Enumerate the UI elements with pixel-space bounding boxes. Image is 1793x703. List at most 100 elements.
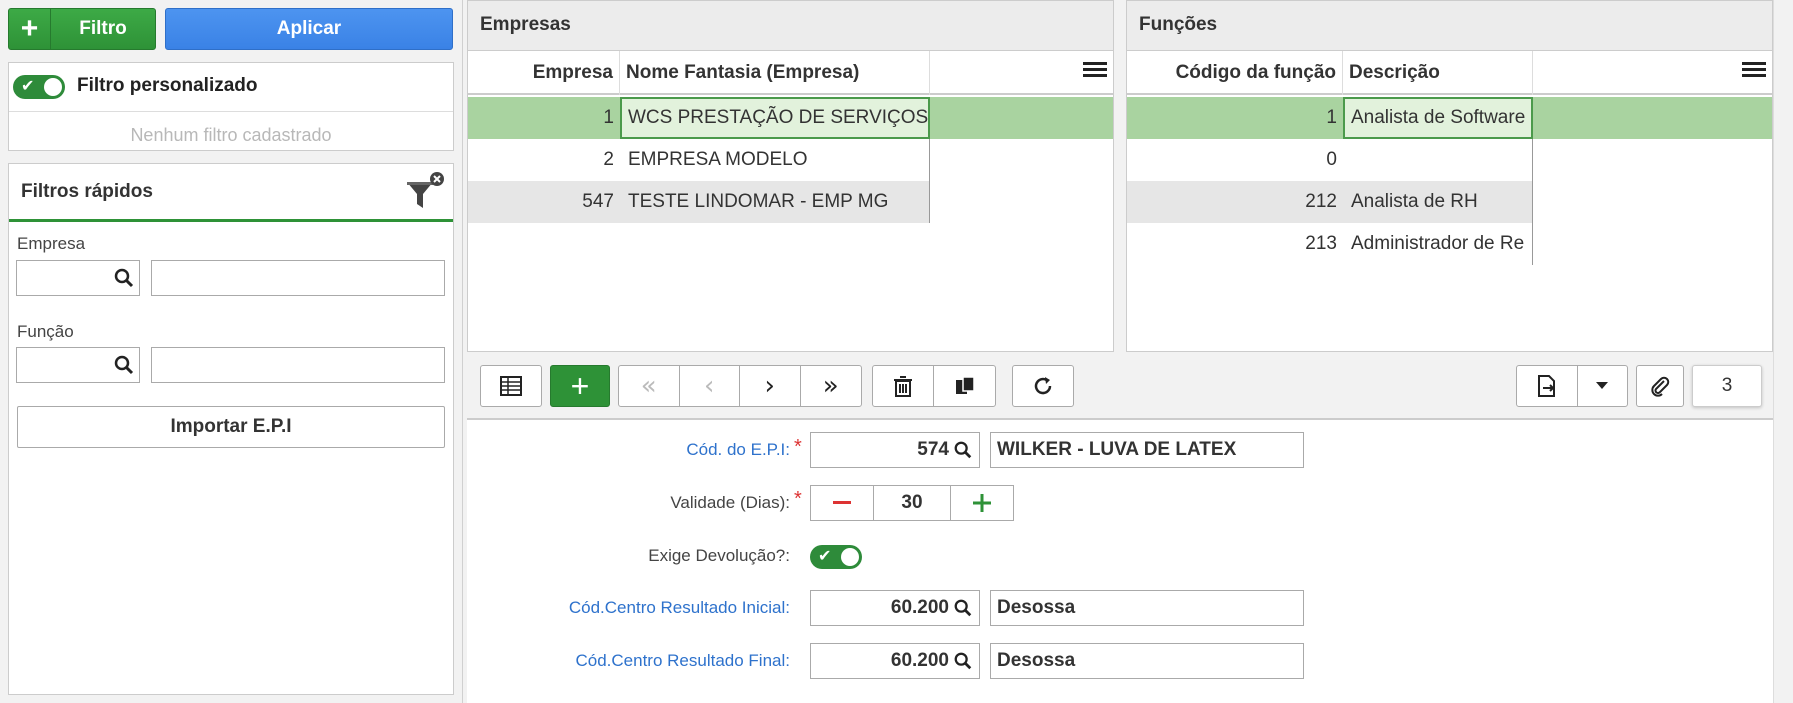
funcao-code-cell: 212: [1305, 191, 1337, 212]
previous-record-icon[interactable]: ‹: [680, 366, 740, 406]
quick-filters-title: Filtros rápidos: [21, 181, 153, 202]
export-icon[interactable]: [1517, 366, 1578, 406]
search-icon[interactable]: [953, 651, 973, 671]
empresa-name-cell: TESTE LINDOMAR - EMP MG: [620, 181, 930, 223]
column-menu-icon[interactable]: [1742, 59, 1766, 83]
funcoes-title: Funções: [1139, 14, 1218, 35]
right-gutter: [1773, 0, 1793, 703]
empresa-code-cell: 547: [582, 191, 614, 212]
cr-final-label: Cód.Centro Resultado Final:: [575, 651, 790, 670]
clear-filter-icon[interactable]: [403, 170, 447, 214]
chevron-down-icon[interactable]: [1578, 366, 1627, 406]
epi-code-label: Cód. do E.P.I:: [686, 440, 790, 459]
quick-filters-box: Filtros rápidos Empresa Função Importar …: [8, 163, 454, 695]
funcoes-grid-header: Código da função Descrição: [1127, 51, 1772, 95]
funcao-code-cell: 1: [1326, 107, 1337, 128]
filter-sidebar: + Filtro Aplicar ✔ Filtro personalizado …: [0, 0, 463, 703]
table-icon: [500, 376, 522, 396]
funcao-code-cell: 213: [1305, 233, 1337, 254]
refresh-icon: [1034, 377, 1052, 395]
table-row[interactable]: 547 TESTE LINDOMAR - EMP MG: [468, 181, 930, 223]
filter-button-label: Filtro: [79, 18, 127, 39]
search-icon[interactable]: [113, 267, 135, 289]
funcao-name-cell: Administrador de Re: [1343, 223, 1533, 265]
grid-view-button[interactable]: [480, 365, 542, 407]
export-group: [1516, 365, 1628, 407]
empresa-code-input[interactable]: [16, 260, 140, 296]
devolucao-toggle[interactable]: ✔: [810, 545, 862, 569]
empresas-panel: Empresas Empresa Nome Fantasia (Empresa)…: [467, 0, 1114, 352]
search-icon[interactable]: [953, 440, 973, 460]
no-filter-text: Nenhum filtro cadastrado: [130, 125, 332, 145]
apply-button[interactable]: Aplicar: [165, 8, 453, 50]
custom-filter-box: ✔ Filtro personalizado Nenhum filtro cad…: [8, 62, 454, 151]
refresh-button[interactable]: [1012, 365, 1074, 407]
cr-inicial-code-value: 60.200: [890, 597, 949, 618]
empresa-code-cell: 2: [603, 149, 614, 170]
import-epi-button[interactable]: Importar E.P.I: [17, 406, 445, 448]
funcao-name-cell: [1343, 139, 1533, 181]
validade-label: Validade (Dias):: [670, 493, 790, 512]
validade-input[interactable]: 30: [873, 485, 951, 521]
custom-filter-toggle[interactable]: ✔: [13, 75, 65, 99]
plus-icon: +: [9, 9, 51, 49]
minus-icon: [833, 501, 851, 504]
funcao-label: Função: [17, 322, 74, 341]
add-record-button[interactable]: +: [550, 365, 610, 407]
add-filter-button[interactable]: + Filtro: [8, 8, 156, 50]
cr-final-desc-input[interactable]: Desossa: [990, 643, 1304, 679]
copy-icon[interactable]: [934, 366, 995, 406]
devolucao-label: Exige Devolução?:: [648, 546, 790, 565]
funcoes-panel: Funções Código da função Descrição 1 Ana…: [1126, 0, 1773, 352]
column-header-nome-fantasia[interactable]: Nome Fantasia (Empresa): [620, 51, 930, 95]
epi-code-value: 574: [917, 439, 949, 460]
column-menu-icon[interactable]: [1083, 59, 1107, 83]
check-icon: ✔: [21, 76, 35, 95]
navigation-group: « ‹ › »: [618, 365, 862, 407]
plus-icon: [973, 494, 991, 512]
funcao-name-cell: Analista de Software: [1343, 97, 1533, 139]
cr-inicial-code-input[interactable]: 60.200: [810, 590, 980, 626]
empresas-title: Empresas: [480, 14, 571, 35]
search-icon[interactable]: [953, 598, 973, 618]
column-header-empresa[interactable]: Empresa: [468, 51, 620, 95]
attachment-button[interactable]: [1636, 365, 1684, 407]
funcao-code-input[interactable]: [16, 347, 140, 383]
epi-desc-input[interactable]: WILKER - LUVA DE LATEX: [990, 432, 1304, 468]
custom-filter-label: Filtro personalizado: [77, 75, 258, 96]
funcao-name-cell: Analista de RH: [1343, 181, 1533, 223]
delete-icon[interactable]: [873, 366, 935, 406]
last-record-icon[interactable]: »: [801, 366, 862, 406]
funcao-code-cell: 0: [1326, 149, 1337, 170]
column-header-descricao[interactable]: Descrição: [1343, 51, 1533, 95]
empresa-desc-input[interactable]: [151, 260, 445, 296]
cr-inicial-desc-input[interactable]: Desossa: [990, 590, 1304, 626]
cr-final-code-value: 60.200: [890, 650, 949, 671]
first-record-icon[interactable]: «: [619, 366, 680, 406]
cr-inicial-label: Cód.Centro Resultado Inicial:: [568, 598, 790, 617]
empresa-name-cell: EMPRESA MODELO: [620, 139, 930, 181]
increment-button[interactable]: [950, 485, 1014, 521]
plus-icon: +: [570, 367, 590, 404]
next-record-icon[interactable]: ›: [740, 366, 801, 406]
table-row[interactable]: 213 Administrador de Re: [1127, 223, 1772, 265]
cr-final-code-input[interactable]: 60.200: [810, 643, 980, 679]
funcao-desc-input[interactable]: [151, 347, 445, 383]
empresa-name-cell: WCS PRESTAÇÃO DE SERVIÇOS: [620, 97, 930, 139]
table-row[interactable]: 0: [1127, 139, 1772, 181]
table-row[interactable]: 212 Analista de RH: [1127, 181, 1533, 223]
search-icon[interactable]: [113, 354, 135, 376]
epi-code-input[interactable]: 574: [810, 432, 980, 468]
empresa-code-cell: 1: [603, 107, 614, 128]
check-icon: ✔: [818, 546, 832, 565]
record-actions-group: [872, 365, 996, 407]
attachment-count-badge: 3: [1692, 365, 1762, 407]
column-header-codigo-funcao[interactable]: Código da função: [1127, 51, 1343, 95]
decrement-button[interactable]: [810, 485, 874, 521]
empresas-grid-header: Empresa Nome Fantasia (Empresa): [468, 51, 1113, 95]
empresa-label: Empresa: [17, 234, 86, 253]
table-row[interactable]: 1 WCS PRESTAÇÃO DE SERVIÇOS: [468, 97, 1113, 139]
table-row[interactable]: 2 EMPRESA MODELO: [468, 139, 1113, 181]
paperclip-icon: [1651, 376, 1670, 397]
table-row[interactable]: 1 Analista de Software: [1127, 97, 1772, 139]
